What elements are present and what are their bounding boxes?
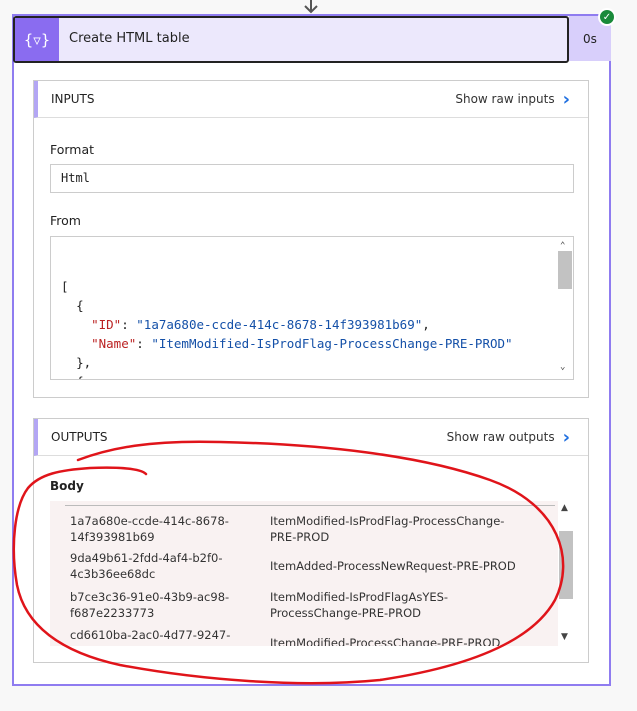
name-cell: ItemModified-ProcessChange-PRE-PROD xyxy=(270,636,501,646)
arrow-down-icon xyxy=(304,0,318,14)
code-line: "ID": "1a7a680e-ccde-414c-8678-14f393981… xyxy=(91,317,430,332)
name-cell: ItemModified-IsProdFlag-ProcessChange-PR… xyxy=(270,514,505,544)
show-raw-outputs-label: Show raw outputs xyxy=(446,430,555,444)
code-line: [ xyxy=(61,279,69,294)
table-row: 1a7a680e-ccde-414c-8678-14f393981b69 Item… xyxy=(70,513,550,545)
id-cell: b7ce3c36-91e0-43b9-ac98-f687e2233773 xyxy=(70,590,230,620)
outputs-section: OUTPUTS Show raw outputs › Body 1a7a680e-… xyxy=(33,418,589,663)
body-scrollbar[interactable]: ▲ ▼ xyxy=(558,501,574,646)
data-operation-icon: {▿} xyxy=(15,18,59,61)
show-raw-inputs-label: Show raw inputs xyxy=(455,92,555,106)
from-scrollbar[interactable]: ⌃ ⌄ xyxy=(557,237,573,379)
scroll-down-icon[interactable]: ▼ xyxy=(561,632,568,642)
id-cell: 1a7a680e-ccde-414c-8678-14f393981b69 xyxy=(70,514,229,544)
json-key: "ID" xyxy=(91,317,122,332)
from-label: From xyxy=(50,213,81,228)
chevron-right-icon: › xyxy=(562,88,570,110)
json-key: "Name" xyxy=(91,336,137,351)
show-raw-inputs-link[interactable]: Show raw inputs › xyxy=(455,89,570,110)
code-line: }, xyxy=(76,355,92,370)
inputs-section: INPUTS Show raw inputs › Format Html From… xyxy=(33,80,589,398)
id-cell: cd6610ba-2ac0-4d77-9247- xyxy=(70,628,231,642)
inputs-header: INPUTS xyxy=(51,92,95,106)
from-code-box[interactable]: [ { "ID": "1a7a680e-ccde-414c-8678-14f39… xyxy=(50,236,574,380)
action-title: Create HTML table xyxy=(69,31,190,46)
outputs-header: OUTPUTS xyxy=(51,430,108,444)
table-row: b7ce3c36-91e0-43b9-ac98-f687e2233773 Item… xyxy=(70,589,550,621)
body-label: Body xyxy=(50,479,84,493)
format-label: Format xyxy=(50,142,95,157)
scroll-up-icon[interactable]: ▲ xyxy=(561,503,568,513)
code-line: { xyxy=(61,372,573,379)
chevron-right-icon: › xyxy=(562,426,570,448)
json-value: "1a7a680e-ccde-414c-8678-14f393981b69" xyxy=(136,317,423,332)
table-row: 9da49b61-2fdd-4af4-b2f0-4c3b36ee68dc Item… xyxy=(70,550,550,582)
action-header[interactable]: {▿} Create HTML table xyxy=(13,16,569,63)
json-value: "ItemModified-IsProdFlag-ProcessChange-P… xyxy=(151,336,513,351)
success-check-icon: ✓ xyxy=(598,8,616,26)
format-field[interactable]: Html xyxy=(50,164,574,193)
id-cell: 9da49b61-2fdd-4af4-b2f0-4c3b36ee68dc xyxy=(70,551,223,581)
code-line: "Name": "ItemModified-IsProdFlag-Process… xyxy=(91,336,513,351)
show-raw-outputs-link[interactable]: Show raw outputs › xyxy=(447,427,570,448)
code-line: { xyxy=(76,298,84,313)
name-cell: ItemModified-IsProdFlagAsYES-ProcessChan… xyxy=(270,590,449,620)
body-table: 1a7a680e-ccde-414c-8678-14f393981b69 Item… xyxy=(50,501,574,646)
scroll-down-icon[interactable]: ⌄ xyxy=(560,358,565,377)
name-cell: ItemAdded-ProcessNewRequest-PRE-PROD xyxy=(270,559,516,573)
table-row: cd6610ba-2ac0-4d77-9247- ItemModified-Pro… xyxy=(70,627,550,646)
